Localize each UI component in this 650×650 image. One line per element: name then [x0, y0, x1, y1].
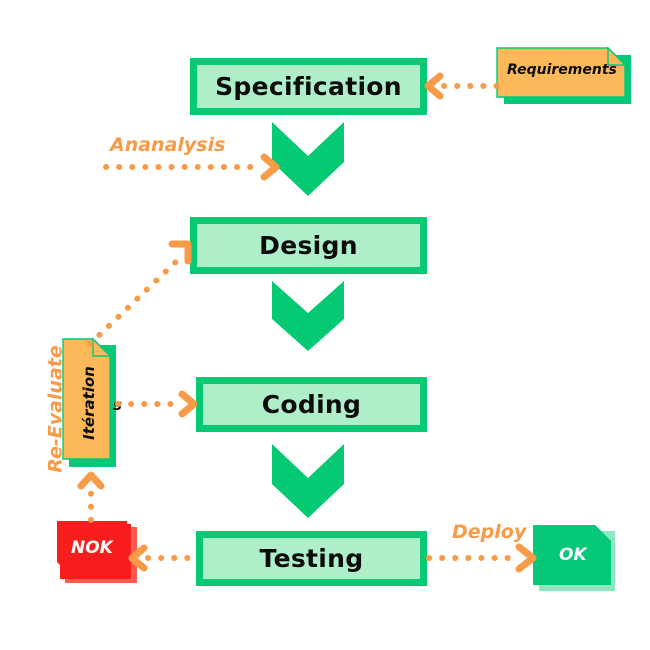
flow-arrow-coding-to-testing: [272, 444, 344, 518]
note-body-requirements: [496, 47, 626, 98]
arrowhead-up-icon: [77, 471, 105, 490]
connector-requirements-to-specification: [420, 70, 503, 102]
stage-box-design[interactable]: Design: [190, 217, 427, 274]
note-overflow-glyph-iteration: s: [113, 396, 122, 414]
stage-label-coding: Coding: [261, 390, 362, 419]
connector-ananalysis-to-flow: [103, 153, 282, 181]
stage-box-specification[interactable]: Specification: [190, 58, 427, 115]
stage-label-testing: Testing: [259, 544, 364, 573]
arrowhead-left-icon: [424, 72, 444, 100]
waterfall-process-diagram: Specification Design Coding Testing Requ…: [0, 0, 650, 650]
connector-testing-to-nok: [126, 543, 203, 573]
note-body-iteration: [62, 338, 111, 460]
arrowhead-right-icon: [178, 390, 198, 418]
flow-arrow-design-to-coding: [272, 281, 344, 351]
connector-iteration-to-coding: [115, 390, 202, 418]
note-requirements[interactable]: Requirements: [496, 46, 639, 104]
stage-label-specification: Specification: [215, 72, 402, 101]
edge-label-ananalysis: Ananalysis: [110, 134, 226, 156]
note-nok[interactable]: NOK: [57, 521, 137, 583]
connector-iteration-to-design: [78, 232, 204, 350]
stage-box-coding[interactable]: Coding: [196, 377, 427, 432]
flow-arrow-specification-to-design: [272, 122, 344, 196]
stage-label-design: Design: [259, 231, 358, 260]
edge-label-re-evaluate: Re-Evaluate: [44, 345, 67, 473]
connector-testing-to-ok: [426, 543, 539, 573]
arrowhead-diagonal-icon: [168, 240, 192, 265]
note-ok[interactable]: OK: [533, 525, 619, 591]
arrowhead-right-icon: [515, 543, 537, 573]
connector-nok-to-iteration: [76, 466, 106, 524]
edge-label-deploy: Deploy: [452, 521, 527, 543]
stage-box-testing[interactable]: Testing: [196, 531, 427, 586]
